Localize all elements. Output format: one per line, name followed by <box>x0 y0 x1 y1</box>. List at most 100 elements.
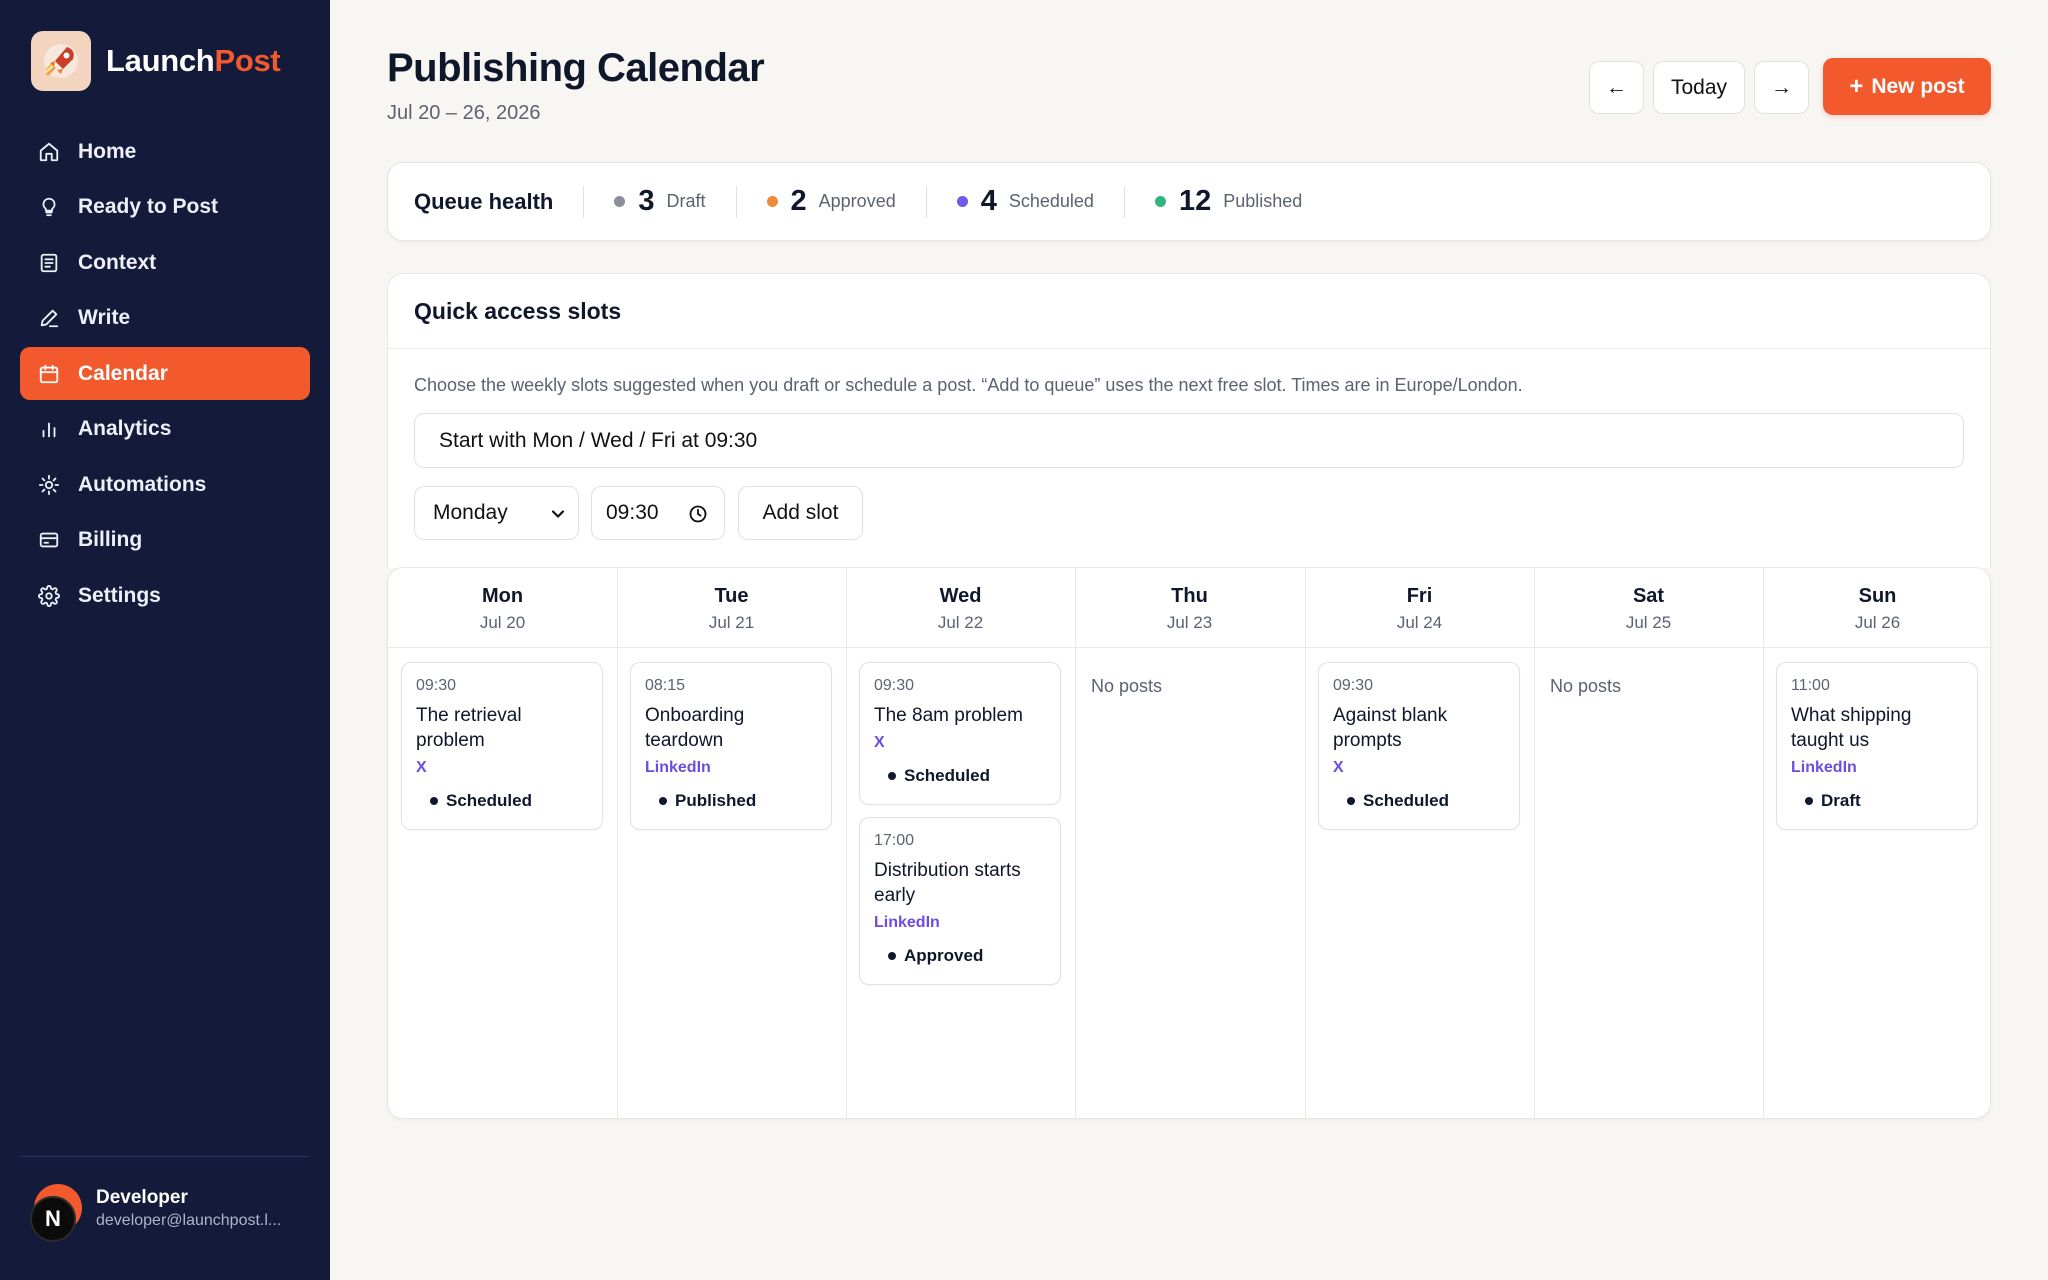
post-time: 08:15 <box>645 677 686 694</box>
brand-name: LaunchPost <box>106 43 281 79</box>
status-dot-icon <box>1154 196 1166 207</box>
next-week-button[interactable]: → <box>1754 61 1809 114</box>
status-dot-icon <box>1805 797 1813 805</box>
day-name: Sat <box>1632 585 1665 607</box>
add-slot-button[interactable]: Add slot <box>738 486 863 540</box>
status-label: Scheduled <box>1363 791 1449 810</box>
post-title: What shipping taught us <box>1791 705 1912 751</box>
sidebar-item-context[interactable]: Context <box>20 236 310 289</box>
day-column-mon: 09:30 The retrieval problem X Scheduled <box>388 648 617 830</box>
quick-access-description: Choose the weekly slots suggested when y… <box>414 375 1523 395</box>
status-badge: Approved <box>888 946 1046 966</box>
post-card[interactable]: 08:15 Onboarding teardown LinkedIn Publishe… <box>630 662 832 830</box>
today-button[interactable]: Today <box>1653 61 1745 114</box>
sidebar-item-billing[interactable]: Billing <box>20 514 310 567</box>
day-date: Jul 23 <box>1166 613 1213 632</box>
day-select[interactable]: Monday <box>414 486 579 540</box>
status-label: Draft <box>1821 791 1861 810</box>
divider <box>583 185 585 218</box>
status-label: Scheduled <box>446 791 532 810</box>
status-dot-icon <box>888 772 896 780</box>
new-post-button[interactable]: + New post <box>1823 58 1991 115</box>
status-dot-icon <box>430 797 438 805</box>
divider <box>925 185 927 218</box>
queue-stat-scheduled: 4 Scheduled <box>956 185 1094 218</box>
post-platform: LinkedIn <box>645 759 711 776</box>
post-card[interactable]: 09:30 The 8am problem X Scheduled <box>859 662 1061 805</box>
sidebar-item-label: Billing <box>78 528 143 551</box>
post-platform: X <box>416 759 427 776</box>
post-platform: X <box>1333 759 1344 776</box>
day-date: Jul 22 <box>937 613 984 632</box>
previous-week-button[interactable]: ← <box>1589 61 1644 114</box>
post-time: 09:30 <box>874 677 915 694</box>
status-dot-icon <box>766 196 778 207</box>
day-date: Jul 20 <box>479 613 526 632</box>
post-title: The retrieval problem <box>416 705 522 751</box>
post-time: 09:30 <box>416 677 457 694</box>
day-select-value: Monday <box>433 501 508 524</box>
day-header-mon: Mon Jul 20 <box>388 568 617 648</box>
credit-card-icon <box>36 527 62 553</box>
day-name: Tue <box>714 585 749 607</box>
gear-icon <box>36 583 62 609</box>
sidebar-item-analytics[interactable]: Analytics <box>20 403 310 456</box>
brand-name-part-2: Post <box>214 43 281 78</box>
queue-stat-draft: 3 Draft <box>614 185 706 218</box>
day-name: Sun <box>1858 585 1897 607</box>
sidebar-item-label: Settings <box>78 583 161 607</box>
sidebar-item-label: Calendar <box>78 361 168 385</box>
post-title: Distribution starts early <box>874 860 1021 906</box>
status-label: Published <box>675 791 757 810</box>
page-title: Publishing Calendar <box>387 46 765 90</box>
sidebar-item-calendar[interactable]: Calendar <box>20 347 310 400</box>
post-card[interactable]: 09:30 Against blank prompts X Scheduled <box>1318 662 1520 830</box>
queue-stat-count: 12 <box>1178 185 1212 217</box>
divider <box>388 348 1990 349</box>
avatar: N <box>30 1182 84 1242</box>
post-card[interactable]: 09:30 The retrieval problem X Scheduled <box>401 662 603 830</box>
user-profile[interactable]: N Developer developer@launchpost.l... <box>30 1182 281 1242</box>
queue-health-title: Queue health <box>414 188 554 214</box>
queue-stat-label: Draft <box>666 191 706 211</box>
queue-stat-count: 2 <box>790 185 807 217</box>
sidebar-item-label: Write <box>78 306 131 329</box>
plus-icon: + <box>1849 72 1864 100</box>
brand[interactable]: LaunchPost <box>31 31 281 91</box>
queue-health-card: Queue health 3 Draft 2 Approved 4 Schedu… <box>387 162 1991 241</box>
post-title: Onboarding teardown <box>645 705 745 751</box>
status-dot-icon <box>956 196 968 207</box>
preset-slots-button[interactable]: Start with Mon / Wed / Fri at 09:30 <box>414 413 1964 468</box>
queue-stat-count: 4 <box>980 185 997 217</box>
avatar-letter: N <box>30 1196 76 1242</box>
post-card[interactable]: 17:00 Distribution starts early LinkedIn Ap… <box>859 817 1061 985</box>
status-dot-icon <box>888 952 896 960</box>
sidebar-item-settings[interactable]: Settings <box>20 569 310 622</box>
time-input-value: 09:30 <box>606 501 659 524</box>
bar-chart-icon <box>36 416 62 442</box>
day-date: Jul 24 <box>1396 613 1443 632</box>
post-card[interactable]: 11:00 What shipping taught us LinkedIn Draf… <box>1776 662 1978 830</box>
day-column-wed: 09:30 The 8am problem X Scheduled 17:00 Distr… <box>846 648 1075 985</box>
quick-access-title: Quick access slots <box>414 298 622 324</box>
time-input[interactable]: 09:30 <box>591 486 725 540</box>
day-column-sun: 11:00 What shipping taught us LinkedIn Draf… <box>1763 648 1990 830</box>
sidebar-item-ready-to-post[interactable]: Ready to Post <box>20 181 310 234</box>
day-header-sun: Sun Jul 26 <box>1763 568 1990 648</box>
post-time: 11:00 <box>1791 677 1830 694</box>
sidebar-item-label: Home <box>78 139 137 163</box>
queue-stat-approved: 2 Approved <box>766 185 896 218</box>
post-time: 17:00 <box>874 832 915 849</box>
user-info: Developer developer@launchpost.l... <box>96 1187 281 1230</box>
queue-stat-label: Published <box>1223 191 1303 211</box>
sidebar-item-write[interactable]: Write <box>20 292 310 345</box>
clock-icon[interactable] <box>688 504 708 524</box>
week-calendar: Mon Jul 20 09:30 The retrieval problem X Sche… <box>387 567 1991 1119</box>
user-name: Developer <box>96 1186 188 1208</box>
day-date: Jul 26 <box>1854 613 1901 632</box>
sidebar-item-home[interactable]: Home <box>20 125 310 178</box>
document-icon <box>36 250 62 276</box>
sidebar-item-automations[interactable]: Automations <box>20 458 310 511</box>
queue-stat-label: Scheduled <box>1008 191 1094 211</box>
queue-stat-label: Approved <box>818 191 896 211</box>
